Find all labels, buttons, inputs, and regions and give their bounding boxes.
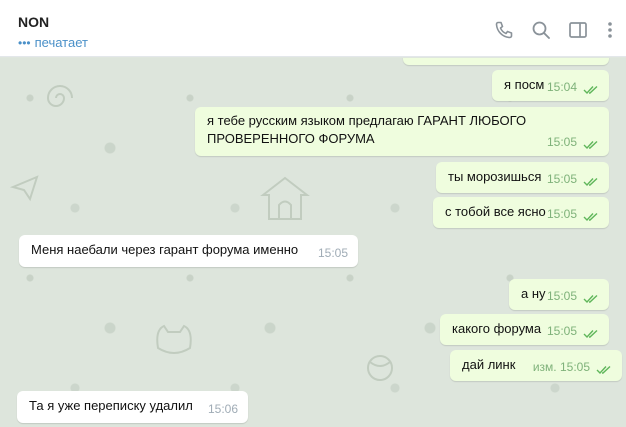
message-text-line-1: я тебе русским языком предлагаю ГАРАНТ Л… — [207, 113, 527, 128]
spiral-doodle-icon — [46, 85, 73, 107]
message-bubble-partial — [403, 58, 609, 65]
message-time: 15:05 — [546, 172, 577, 186]
message-text: я посм — [504, 77, 545, 92]
message-list[interactable]: я посм 15:04 я тебе русским языком предл… — [0, 58, 626, 427]
message-text: Меня наебали через гарант форума именно — [31, 242, 299, 257]
double-check-icon — [596, 365, 612, 375]
typing-dots-icon: ••• — [18, 36, 31, 50]
message-text: ты морозишься — [448, 169, 542, 184]
phone-icon[interactable] — [494, 20, 514, 40]
message-time: 15:05 — [546, 324, 577, 338]
double-check-icon — [583, 85, 599, 95]
search-icon[interactable] — [531, 20, 551, 40]
message-time-group: изм. 15:05 — [533, 358, 590, 376]
typing-status-label: печатает — [34, 35, 88, 50]
message-text: Та я уже переписку удалил — [29, 398, 193, 413]
double-check-icon — [583, 329, 599, 339]
message-text-line-2: ПРОВЕРЕННОГО ФОРУМА — [207, 131, 375, 146]
double-check-icon — [583, 294, 599, 304]
message-bubble[interactable]: Меня наебали через гарант форума именно … — [19, 235, 358, 267]
typing-status: ••• печатает — [18, 35, 88, 50]
cat-doodle-icon — [156, 324, 192, 354]
message-time: 15:04 — [546, 80, 577, 94]
message-time: 15:06 — [207, 402, 238, 416]
chat-title[interactable]: NON — [18, 14, 49, 30]
message-time: 15:05 — [546, 289, 577, 303]
message-bubble[interactable]: я посм 15:04 — [492, 70, 609, 101]
paper-plane-doodle-icon — [10, 175, 39, 202]
message-bubble[interactable]: какого форума 15:05 — [440, 314, 609, 345]
message-bubble[interactable]: с тобой все ясно 15:05 — [433, 197, 609, 228]
edited-label: изм. — [532, 360, 557, 374]
message-time: 15:05 — [546, 135, 577, 149]
message-text: какого форума — [452, 321, 542, 336]
message-bubble[interactable]: а ну 15:05 — [509, 279, 609, 310]
message-time: 15:05 — [317, 246, 348, 260]
double-check-icon — [583, 140, 599, 150]
message-bubble[interactable]: ты морозишься 15:05 — [436, 162, 609, 193]
message-bubble[interactable]: дай линк изм. 15:05 — [450, 350, 622, 381]
double-check-icon — [583, 212, 599, 222]
message-text: с тобой все ясно — [445, 204, 546, 219]
sidebar-toggle-icon[interactable] — [568, 20, 588, 40]
message-time: 15:05 — [559, 360, 590, 374]
doghouse-doodle-icon — [260, 176, 310, 220]
message-bubble[interactable]: Та я уже переписку удалил 15:06 — [17, 391, 248, 423]
message-time: 15:05 — [546, 207, 577, 221]
message-text: а ну — [521, 286, 546, 301]
message-bubble[interactable]: я тебе русским языком предлагаю ГАРАНТ Л… — [195, 107, 609, 156]
more-icon[interactable] — [604, 20, 616, 40]
message-text: дай линк — [462, 357, 516, 372]
chat-header: NON ••• печатает — [0, 0, 626, 57]
ball-doodle-icon — [367, 355, 393, 381]
double-check-icon — [583, 177, 599, 187]
